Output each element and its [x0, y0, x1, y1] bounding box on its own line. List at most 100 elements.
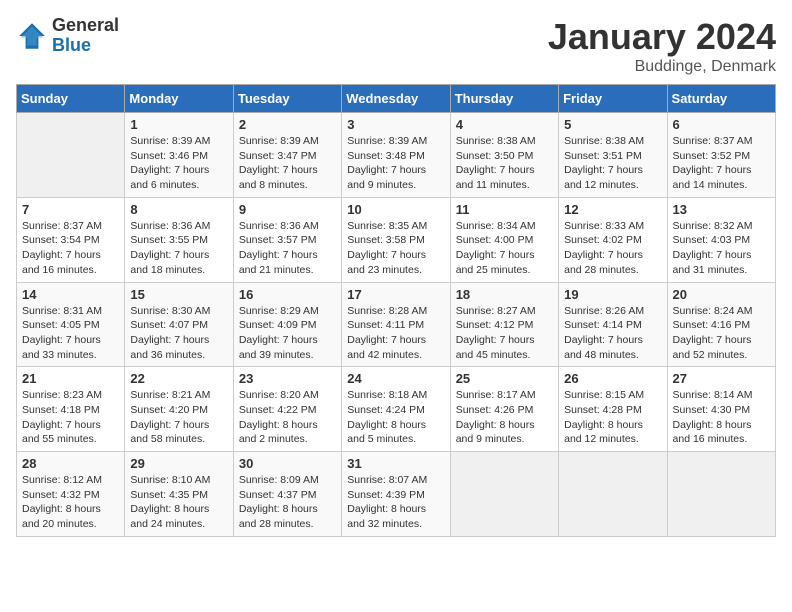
day-number: 28 [22, 456, 119, 471]
day-number: 7 [22, 202, 119, 217]
day-info: Sunrise: 8:36 AMSunset: 3:55 PMDaylight:… [130, 219, 227, 278]
calendar-cell: 25Sunrise: 8:17 AMSunset: 4:26 PMDayligh… [450, 367, 558, 452]
calendar-cell: 21 Sunrise: 8:23 AMSunset: 4:18 PMDayligh… [17, 367, 125, 452]
day-number: 24 [347, 371, 444, 386]
calendar-cell: 22 Sunrise: 8:21 AMSunset: 4:20 PMDayligh… [125, 367, 233, 452]
day-number: 9 [239, 202, 336, 217]
month-title: January 2024 [548, 16, 776, 58]
day-number: 27 [673, 371, 770, 386]
weekday-header-friday: Friday [559, 85, 667, 113]
day-info: Sunrise: 8:21 AMSunset: 4:20 PMDaylight:… [130, 388, 227, 447]
day-info: Sunrise: 8:20 AMSunset: 4:22 PMDaylight:… [239, 388, 336, 447]
calendar-cell: 7 Sunrise: 8:37 AMSunset: 3:54 PMDaylight… [17, 197, 125, 282]
logo-text: General Blue [52, 16, 119, 56]
day-info: Sunrise: 8:23 AMSunset: 4:18 PMDaylight:… [22, 388, 119, 447]
day-number: 23 [239, 371, 336, 386]
calendar-cell: 4Sunrise: 8:38 AMSunset: 3:50 PMDaylight… [450, 113, 558, 198]
day-info: Sunrise: 8:18 AMSunset: 4:24 PMDaylight:… [347, 388, 444, 447]
calendar-cell: 5 Sunrise: 8:38 AMSunset: 3:51 PMDaylight… [559, 113, 667, 198]
day-number: 26 [564, 371, 661, 386]
calendar-cell: 16Sunrise: 8:29 AMSunset: 4:09 PMDayligh… [233, 282, 341, 367]
location: Buddinge, Denmark [548, 58, 776, 76]
day-number: 25 [456, 371, 553, 386]
day-info: Sunrise: 8:38 AMSunset: 3:50 PMDaylight:… [456, 134, 553, 193]
day-number: 3 [347, 117, 444, 132]
calendar-week-2: 7 Sunrise: 8:37 AMSunset: 3:54 PMDaylight… [17, 197, 776, 282]
day-info: Sunrise: 8:12 AMSunset: 4:32 PMDaylight:… [22, 473, 119, 532]
weekday-header-saturday: Saturday [667, 85, 775, 113]
day-info: Sunrise: 8:10 AMSunset: 4:35 PMDaylight:… [130, 473, 227, 532]
calendar-week-4: 21 Sunrise: 8:23 AMSunset: 4:18 PMDayligh… [17, 367, 776, 452]
calendar-cell [17, 113, 125, 198]
calendar-cell: 11 Sunrise: 8:34 AMSunset: 4:00 PMDayligh… [450, 197, 558, 282]
day-info: Sunrise: 8:07 AMSunset: 4:39 PMDaylight:… [347, 473, 444, 532]
day-number: 21 [22, 371, 119, 386]
weekday-header-wednesday: Wednesday [342, 85, 450, 113]
calendar-cell: 26 Sunrise: 8:15 AMSunset: 4:28 PMDayligh… [559, 367, 667, 452]
calendar-cell: 8 Sunrise: 8:36 AMSunset: 3:55 PMDaylight… [125, 197, 233, 282]
calendar-header: SundayMondayTuesdayWednesdayThursdayFrid… [17, 85, 776, 113]
calendar-body: 1 Sunrise: 8:39 AMSunset: 3:46 PMDaylight… [17, 113, 776, 537]
day-number: 6 [673, 117, 770, 132]
calendar-cell: 15 Sunrise: 8:30 AMSunset: 4:07 PMDayligh… [125, 282, 233, 367]
weekday-header-row: SundayMondayTuesdayWednesdayThursdayFrid… [17, 85, 776, 113]
page-header: General Blue January 2024 Buddinge, Denm… [16, 16, 776, 76]
day-info: Sunrise: 8:27 AMSunset: 4:12 PMDaylight:… [456, 304, 553, 363]
weekday-header-sunday: Sunday [17, 85, 125, 113]
day-info: Sunrise: 8:39 AMSunset: 3:46 PMDaylight:… [130, 134, 227, 193]
calendar-cell: 13Sunrise: 8:32 AMSunset: 4:03 PMDayligh… [667, 197, 775, 282]
calendar-cell: 24 Sunrise: 8:18 AMSunset: 4:24 PMDayligh… [342, 367, 450, 452]
day-number: 8 [130, 202, 227, 217]
calendar-table: SundayMondayTuesdayWednesdayThursdayFrid… [16, 84, 776, 537]
day-number: 20 [673, 287, 770, 302]
calendar-cell [667, 452, 775, 537]
logo-icon [16, 20, 48, 52]
day-number: 10 [347, 202, 444, 217]
day-info: Sunrise: 8:29 AMSunset: 4:09 PMDaylight:… [239, 304, 336, 363]
calendar-week-5: 28 Sunrise: 8:12 AMSunset: 4:32 PMDayligh… [17, 452, 776, 537]
title-block: January 2024 Buddinge, Denmark [548, 16, 776, 76]
day-number: 12 [564, 202, 661, 217]
day-number: 15 [130, 287, 227, 302]
calendar-cell [559, 452, 667, 537]
day-number: 1 [130, 117, 227, 132]
calendar-cell: 12 Sunrise: 8:33 AMSunset: 4:02 PMDayligh… [559, 197, 667, 282]
calendar-cell: 14Sunrise: 8:31 AMSunset: 4:05 PMDayligh… [17, 282, 125, 367]
day-info: Sunrise: 8:37 AMSunset: 3:52 PMDaylight:… [673, 134, 770, 193]
calendar-cell: 6 Sunrise: 8:37 AMSunset: 3:52 PMDaylight… [667, 113, 775, 198]
logo-general-text: General [52, 16, 119, 36]
calendar-cell: 10 Sunrise: 8:35 AMSunset: 3:58 PMDayligh… [342, 197, 450, 282]
weekday-header-thursday: Thursday [450, 85, 558, 113]
day-number: 5 [564, 117, 661, 132]
day-number: 2 [239, 117, 336, 132]
day-info: Sunrise: 8:35 AMSunset: 3:58 PMDaylight:… [347, 219, 444, 278]
day-info: Sunrise: 8:32 AMSunset: 4:03 PMDaylight:… [673, 219, 770, 278]
day-info: Sunrise: 8:37 AMSunset: 3:54 PMDaylight:… [22, 219, 119, 278]
logo-blue-text: Blue [52, 36, 119, 56]
calendar-cell: 27 Sunrise: 8:14 AMSunset: 4:30 PMDayligh… [667, 367, 775, 452]
calendar-cell: 9 Sunrise: 8:36 AMSunset: 3:57 PMDaylight… [233, 197, 341, 282]
day-info: Sunrise: 8:33 AMSunset: 4:02 PMDaylight:… [564, 219, 661, 278]
calendar-week-3: 14Sunrise: 8:31 AMSunset: 4:05 PMDayligh… [17, 282, 776, 367]
day-number: 19 [564, 287, 661, 302]
weekday-header-monday: Monday [125, 85, 233, 113]
calendar-cell: 1 Sunrise: 8:39 AMSunset: 3:46 PMDaylight… [125, 113, 233, 198]
day-info: Sunrise: 8:39 AMSunset: 3:47 PMDaylight:… [239, 134, 336, 193]
day-number: 22 [130, 371, 227, 386]
day-number: 29 [130, 456, 227, 471]
day-info: Sunrise: 8:34 AMSunset: 4:00 PMDaylight:… [456, 219, 553, 278]
weekday-header-tuesday: Tuesday [233, 85, 341, 113]
calendar-cell: 31Sunrise: 8:07 AMSunset: 4:39 PMDayligh… [342, 452, 450, 537]
day-info: Sunrise: 8:24 AMSunset: 4:16 PMDaylight:… [673, 304, 770, 363]
day-info: Sunrise: 8:36 AMSunset: 3:57 PMDaylight:… [239, 219, 336, 278]
day-info: Sunrise: 8:14 AMSunset: 4:30 PMDaylight:… [673, 388, 770, 447]
day-info: Sunrise: 8:30 AMSunset: 4:07 PMDaylight:… [130, 304, 227, 363]
calendar-cell: 23 Sunrise: 8:20 AMSunset: 4:22 PMDayligh… [233, 367, 341, 452]
day-number: 11 [456, 202, 553, 217]
logo: General Blue [16, 16, 119, 56]
day-info: Sunrise: 8:15 AMSunset: 4:28 PMDaylight:… [564, 388, 661, 447]
day-number: 30 [239, 456, 336, 471]
day-info: Sunrise: 8:09 AMSunset: 4:37 PMDaylight:… [239, 473, 336, 532]
day-info: Sunrise: 8:38 AMSunset: 3:51 PMDaylight:… [564, 134, 661, 193]
day-info: Sunrise: 8:28 AMSunset: 4:11 PMDaylight:… [347, 304, 444, 363]
